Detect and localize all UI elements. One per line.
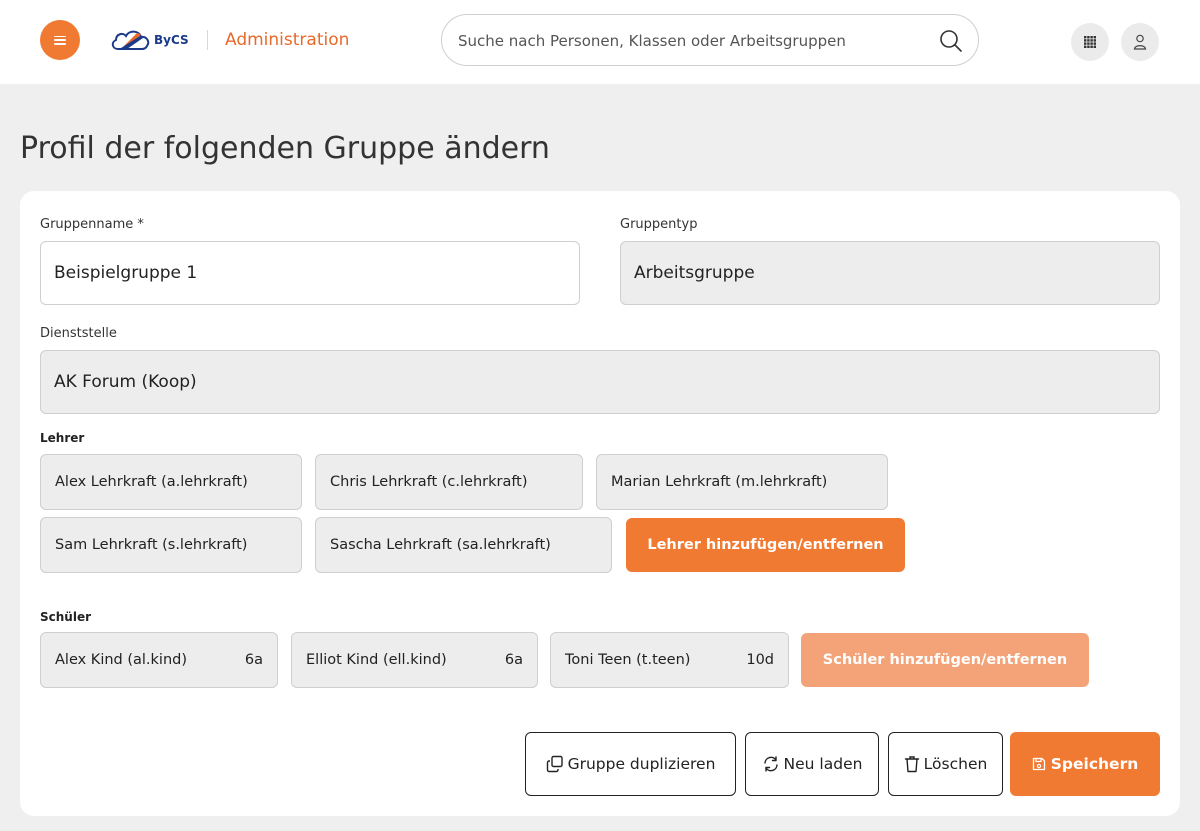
refresh-icon xyxy=(762,755,780,773)
copy-icon xyxy=(546,755,564,773)
apps-button[interactable] xyxy=(1071,23,1109,61)
group-type-field: Arbeitsgruppe xyxy=(620,241,1160,305)
profile-button[interactable] xyxy=(1121,23,1159,61)
hamburger-icon xyxy=(54,35,66,45)
teacher-chip[interactable]: Sam Lehrkraft (s.lehrkraft) xyxy=(40,517,302,573)
top-bar: ByCS Administration xyxy=(0,0,1200,84)
reload-label: Neu laden xyxy=(783,755,863,773)
group-name-input[interactable] xyxy=(40,241,580,305)
cloud-logo-icon xyxy=(111,30,150,50)
save-button[interactable]: Speichern xyxy=(1010,732,1160,796)
duplicate-group-button[interactable]: Gruppe duplizieren xyxy=(525,732,736,796)
reload-button[interactable]: Neu laden xyxy=(745,732,879,796)
user-icon xyxy=(1133,34,1147,50)
delete-button[interactable]: Löschen xyxy=(888,732,1003,796)
student-class: 6a xyxy=(504,652,523,668)
page-title: Profil der folgenden Gruppe ändern xyxy=(20,131,550,166)
trash-icon xyxy=(904,755,920,773)
manage-students-button[interactable]: Schüler hinzufügen/entfernen xyxy=(801,633,1089,687)
student-class: 10d xyxy=(746,652,774,668)
save-label: Speichern xyxy=(1050,755,1139,773)
logo-text: ByCS xyxy=(154,33,189,47)
student-chip[interactable]: Toni Teen (t.teen) 10d xyxy=(550,632,789,688)
student-chip[interactable]: Elliot Kind (ell.kind) 6a xyxy=(291,632,538,688)
header-divider xyxy=(207,30,208,50)
manage-teachers-button[interactable]: Lehrer hinzufügen/entfernen xyxy=(626,518,905,572)
group-name-label: Gruppenname * xyxy=(40,217,144,232)
teacher-chip[interactable]: Chris Lehrkraft (c.lehrkraft) xyxy=(315,454,583,510)
delete-label: Löschen xyxy=(923,755,988,773)
menu-button[interactable] xyxy=(40,20,80,60)
group-form-card: Gruppenname * Gruppentyp Arbeitsgruppe D… xyxy=(20,191,1180,816)
student-chip[interactable]: Alex Kind (al.kind) 6a xyxy=(40,632,278,688)
group-type-label: Gruppentyp xyxy=(620,217,698,232)
teacher-chip[interactable]: Sascha Lehrkraft (sa.lehrkraft) xyxy=(315,517,612,573)
save-icon xyxy=(1032,757,1046,771)
student-class: 6a xyxy=(244,652,263,668)
search-icon[interactable] xyxy=(938,28,964,54)
teacher-chip[interactable]: Marian Lehrkraft (m.lehrkraft) xyxy=(596,454,888,510)
teachers-label: Lehrer xyxy=(40,431,85,445)
bycs-logo[interactable]: ByCS xyxy=(110,25,210,55)
teacher-chip[interactable]: Alex Lehrkraft (a.lehrkraft) xyxy=(40,454,302,510)
grid-icon xyxy=(1084,36,1096,48)
office-field: AK Forum (Koop) xyxy=(40,350,1160,414)
office-label: Dienststelle xyxy=(40,326,117,341)
search-input[interactable] xyxy=(458,27,928,55)
student-name: Toni Teen (t.teen) xyxy=(565,652,691,668)
duplicate-label: Gruppe duplizieren xyxy=(567,755,716,773)
student-name: Elliot Kind (ell.kind) xyxy=(306,652,447,668)
students-label: Schüler xyxy=(40,610,92,624)
app-title[interactable]: Administration xyxy=(225,30,349,50)
search-bar xyxy=(441,14,979,66)
student-name: Alex Kind (al.kind) xyxy=(55,652,188,668)
